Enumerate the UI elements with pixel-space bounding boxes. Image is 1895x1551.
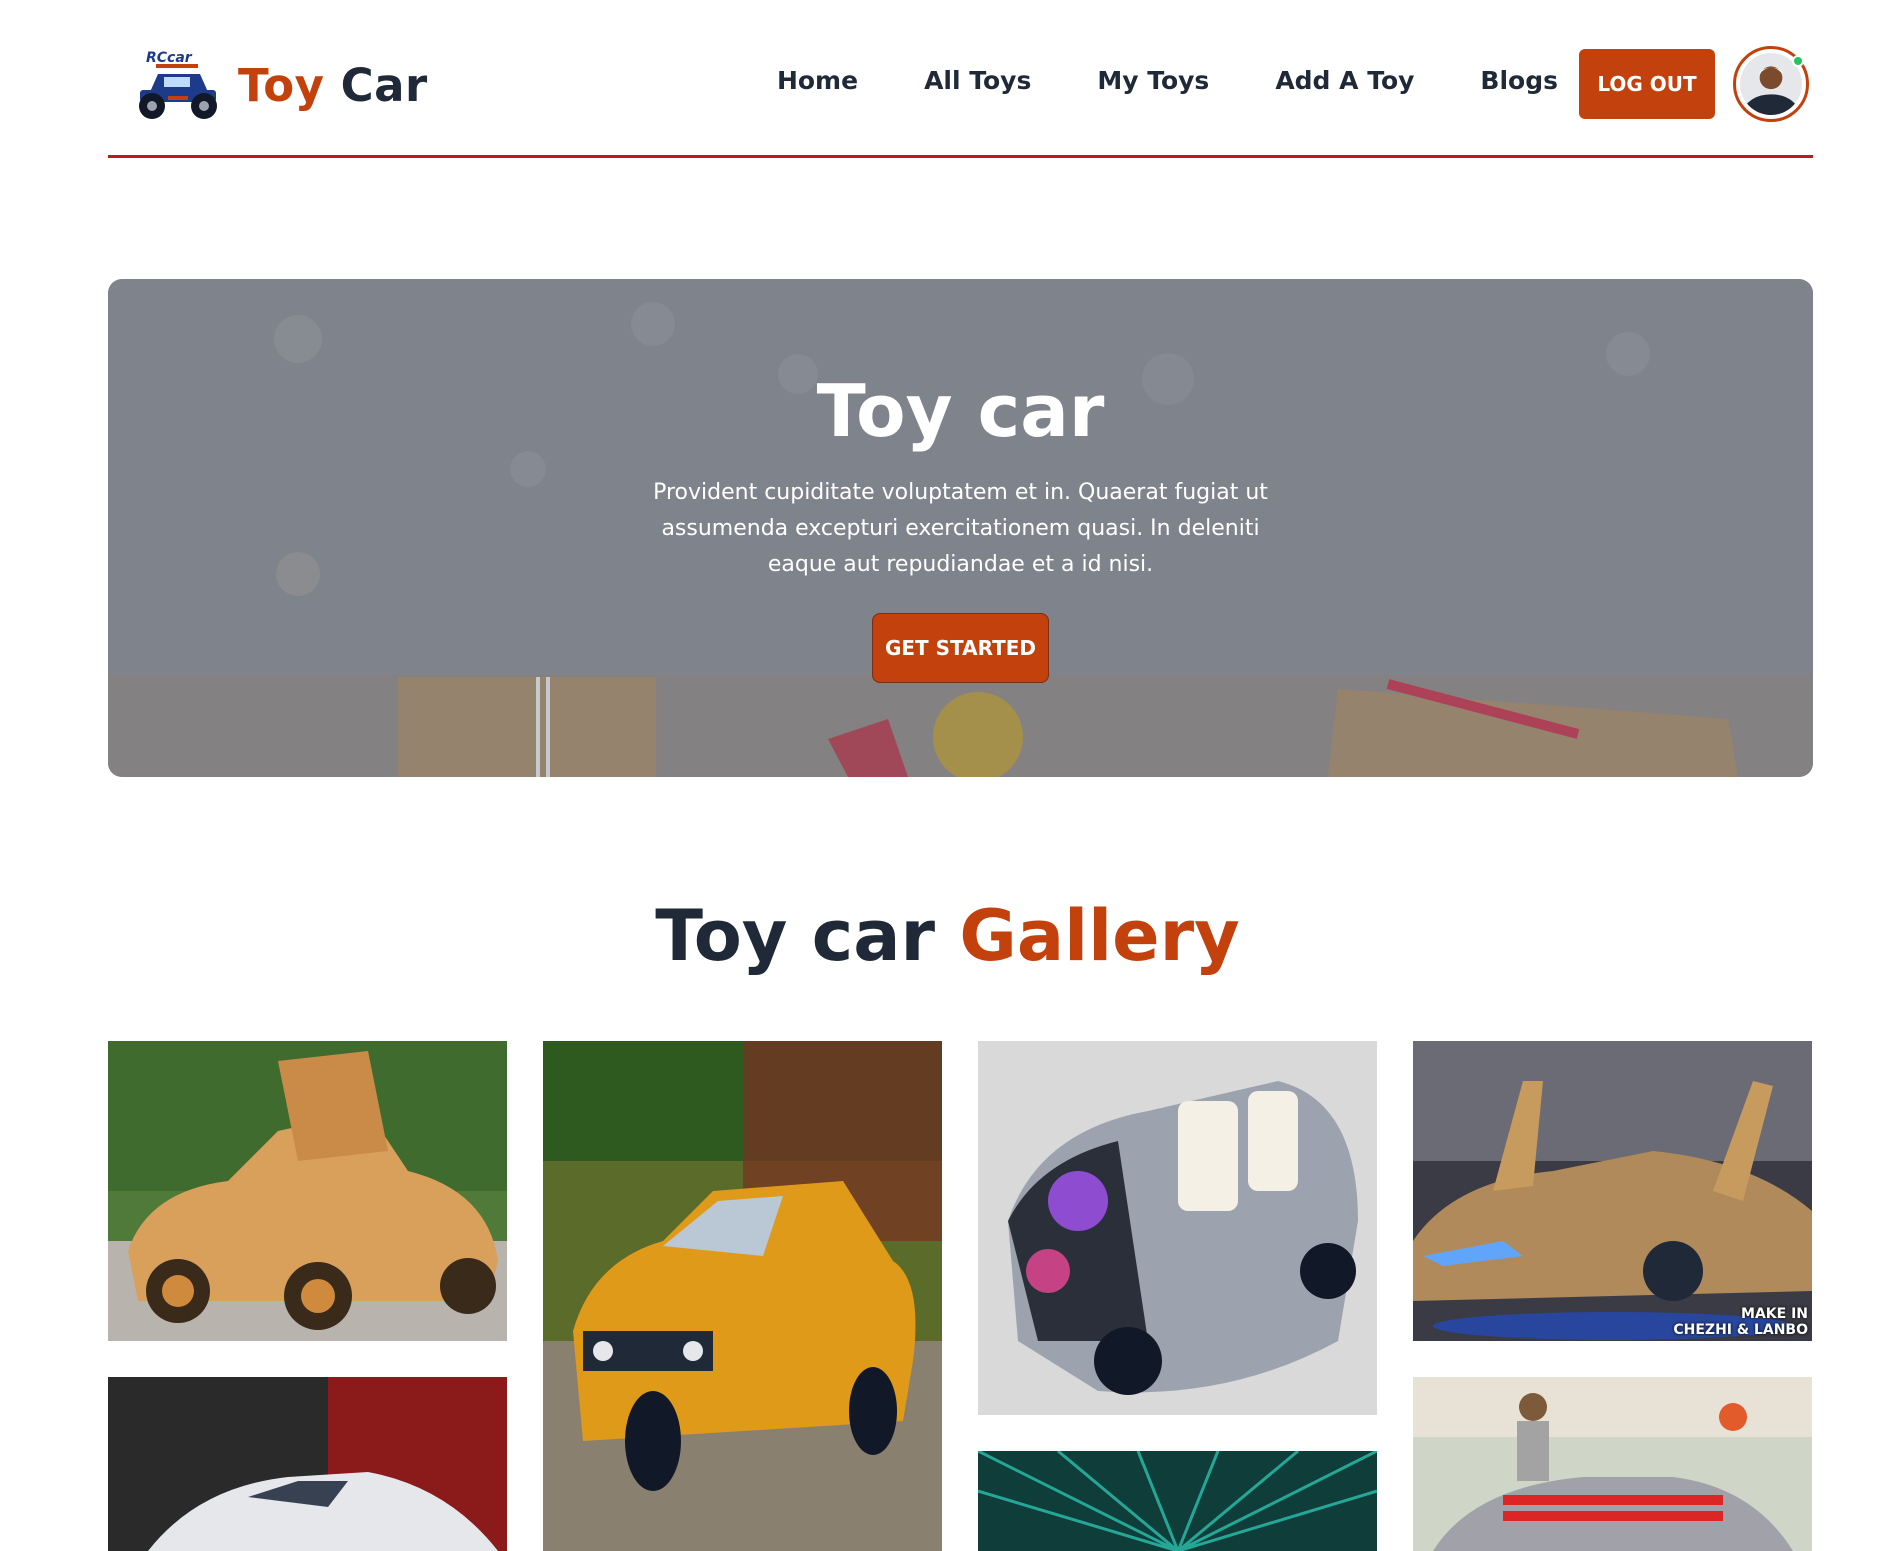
- nav-my-toys-link[interactable]: My Toys: [1097, 66, 1209, 95]
- gallery-image-silver-concept-car[interactable]: [978, 1041, 1377, 1415]
- nav-home-link[interactable]: Home: [777, 66, 858, 95]
- teal-tunnel-image: [978, 1451, 1377, 1551]
- gallery-image-wooden-car[interactable]: [108, 1041, 507, 1341]
- nav-blogs-link[interactable]: Blogs: [1480, 66, 1558, 95]
- brand[interactable]: RCcar Toy Car: [128, 48, 428, 123]
- tile-caption-line-1: MAKE IN: [1741, 1306, 1808, 1322]
- gallery-heading-dark: Toy car: [655, 895, 936, 977]
- online-status-dot: [1792, 55, 1804, 67]
- get-started-button[interactable]: GET STARTED: [872, 613, 1049, 683]
- nav-all-toys-link[interactable]: All Toys: [924, 66, 1031, 95]
- yellow-car-image: [543, 1041, 942, 1551]
- gallery-image-golden-supercar[interactable]: MAKE IN CHEZHI & LANBO: [1413, 1041, 1812, 1341]
- hero-title: Toy car: [816, 369, 1105, 453]
- gallery-heading: Toy car Gallery: [0, 895, 1895, 977]
- svg-text:RCcar: RCcar: [146, 50, 193, 66]
- silver-concept-car-image: [978, 1041, 1377, 1415]
- nav-add-a-toy-link[interactable]: Add A Toy: [1275, 66, 1414, 95]
- expo-car-image: [1413, 1377, 1812, 1551]
- gallery-image-expo-car[interactable]: [1413, 1377, 1812, 1551]
- gallery-image-white-supercar[interactable]: [108, 1377, 507, 1551]
- white-supercar-image: [108, 1377, 507, 1551]
- gallery-heading-accent: Gallery: [959, 895, 1240, 977]
- hero-banner: Toy car Provident cupiditate voluptatem …: [108, 279, 1813, 777]
- nav-links: Home All Toys My Toys Add A Toy Blogs: [711, 66, 1558, 95]
- hero-description: Provident cupiditate voluptatem et in. Q…: [653, 480, 1268, 577]
- wooden-car-image: [108, 1041, 507, 1341]
- avatar[interactable]: [1733, 46, 1809, 122]
- logout-button[interactable]: LOG OUT: [1579, 49, 1715, 119]
- tile-caption-line-2: CHEZHI & LANBO: [1673, 1322, 1808, 1338]
- golden-supercar-image: [1413, 1041, 1812, 1341]
- gallery-image-teal-tunnel[interactable]: [978, 1451, 1377, 1551]
- gallery-image-yellow-car[interactable]: [543, 1041, 942, 1551]
- navbar: RCcar Toy Car Home All Toys My Toys Add …: [108, 0, 1813, 158]
- tile-caption: MAKE IN CHEZHI & LANBO: [1673, 1306, 1808, 1338]
- brand-title: Toy Car: [238, 63, 428, 108]
- brand-title-accent: Toy: [238, 59, 325, 112]
- rc-car-logo-icon: RCcar: [139, 50, 217, 119]
- brand-title-rest: Car: [340, 59, 428, 112]
- hero-content: Toy car Provident cupiditate voluptatem …: [108, 279, 1813, 777]
